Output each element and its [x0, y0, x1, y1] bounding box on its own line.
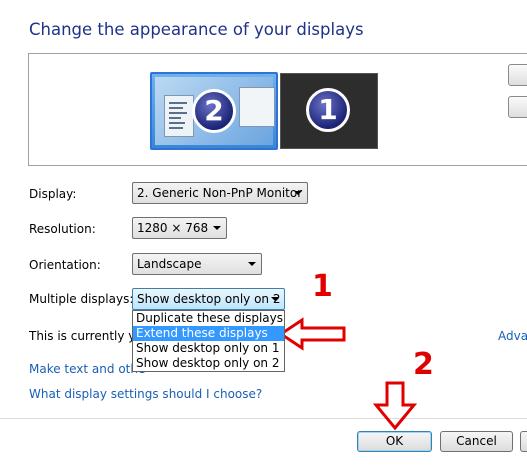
dropdown-option-only-2[interactable]: Show desktop only on 2 — [133, 356, 284, 371]
dropdown-option-extend[interactable]: Extend these displays — [133, 326, 284, 341]
display-select[interactable]: 2. Generic Non-PnP Monitor — [132, 182, 308, 204]
cancel-button[interactable]: Cancel — [440, 431, 513, 452]
orientation-label: Orientation: — [29, 258, 101, 272]
window-thumbnail — [239, 87, 275, 127]
chevron-down-icon — [271, 297, 279, 301]
display-select-value: 2. Generic Non-PnP Monitor — [137, 186, 303, 200]
annotation-step-1: 1 — [312, 269, 333, 304]
multiple-displays-select-value: Show desktop only on 2 — [137, 292, 281, 306]
orientation-select-value: Landscape — [137, 257, 202, 271]
red-arrow-left-icon — [278, 317, 346, 351]
chevron-down-icon — [213, 226, 221, 230]
annotation-step-2: 2 — [413, 347, 434, 382]
display-settings-help-link[interactable]: What display settings should I choose? — [29, 387, 262, 401]
page-title: Change the appearance of your displays — [29, 20, 364, 39]
orientation-select[interactable]: Landscape — [132, 253, 262, 275]
monitor-1-preview[interactable]: 1 — [280, 73, 378, 149]
advanced-settings-link[interactable]: Adva — [498, 329, 527, 343]
dropdown-option-only-1[interactable]: Show desktop only on 1 — [133, 341, 284, 356]
monitor-number-badge: 1 — [306, 88, 350, 132]
chevron-down-icon — [294, 191, 302, 195]
resolution-label: Resolution: — [29, 222, 96, 236]
resolution-select[interactable]: 1280 × 768 — [132, 217, 227, 239]
divider — [0, 418, 527, 419]
multiple-displays-label: Multiple displays: — [29, 292, 134, 306]
apply-button[interactable] — [520, 431, 527, 452]
multiple-displays-select[interactable]: Show desktop only on 2 — [132, 288, 285, 310]
make-text-larger-link[interactable]: Make text and othe — [29, 362, 145, 376]
detect-button[interactable] — [508, 64, 527, 86]
monitor-2-preview[interactable]: 2 — [150, 72, 278, 150]
display-label: Display: — [29, 187, 77, 201]
ok-button[interactable]: OK — [357, 431, 432, 452]
red-arrow-down-icon — [372, 381, 418, 431]
chevron-down-icon — [248, 262, 256, 266]
dropdown-option-duplicate[interactable]: Duplicate these displays — [133, 311, 284, 326]
monitor-number-badge: 2 — [192, 89, 236, 133]
identify-button[interactable] — [508, 96, 527, 118]
window-thumbnail — [164, 95, 194, 137]
resolution-select-value: 1280 × 768 — [137, 221, 209, 235]
multiple-displays-dropdown: Duplicate these displays Extend these di… — [132, 310, 285, 372]
